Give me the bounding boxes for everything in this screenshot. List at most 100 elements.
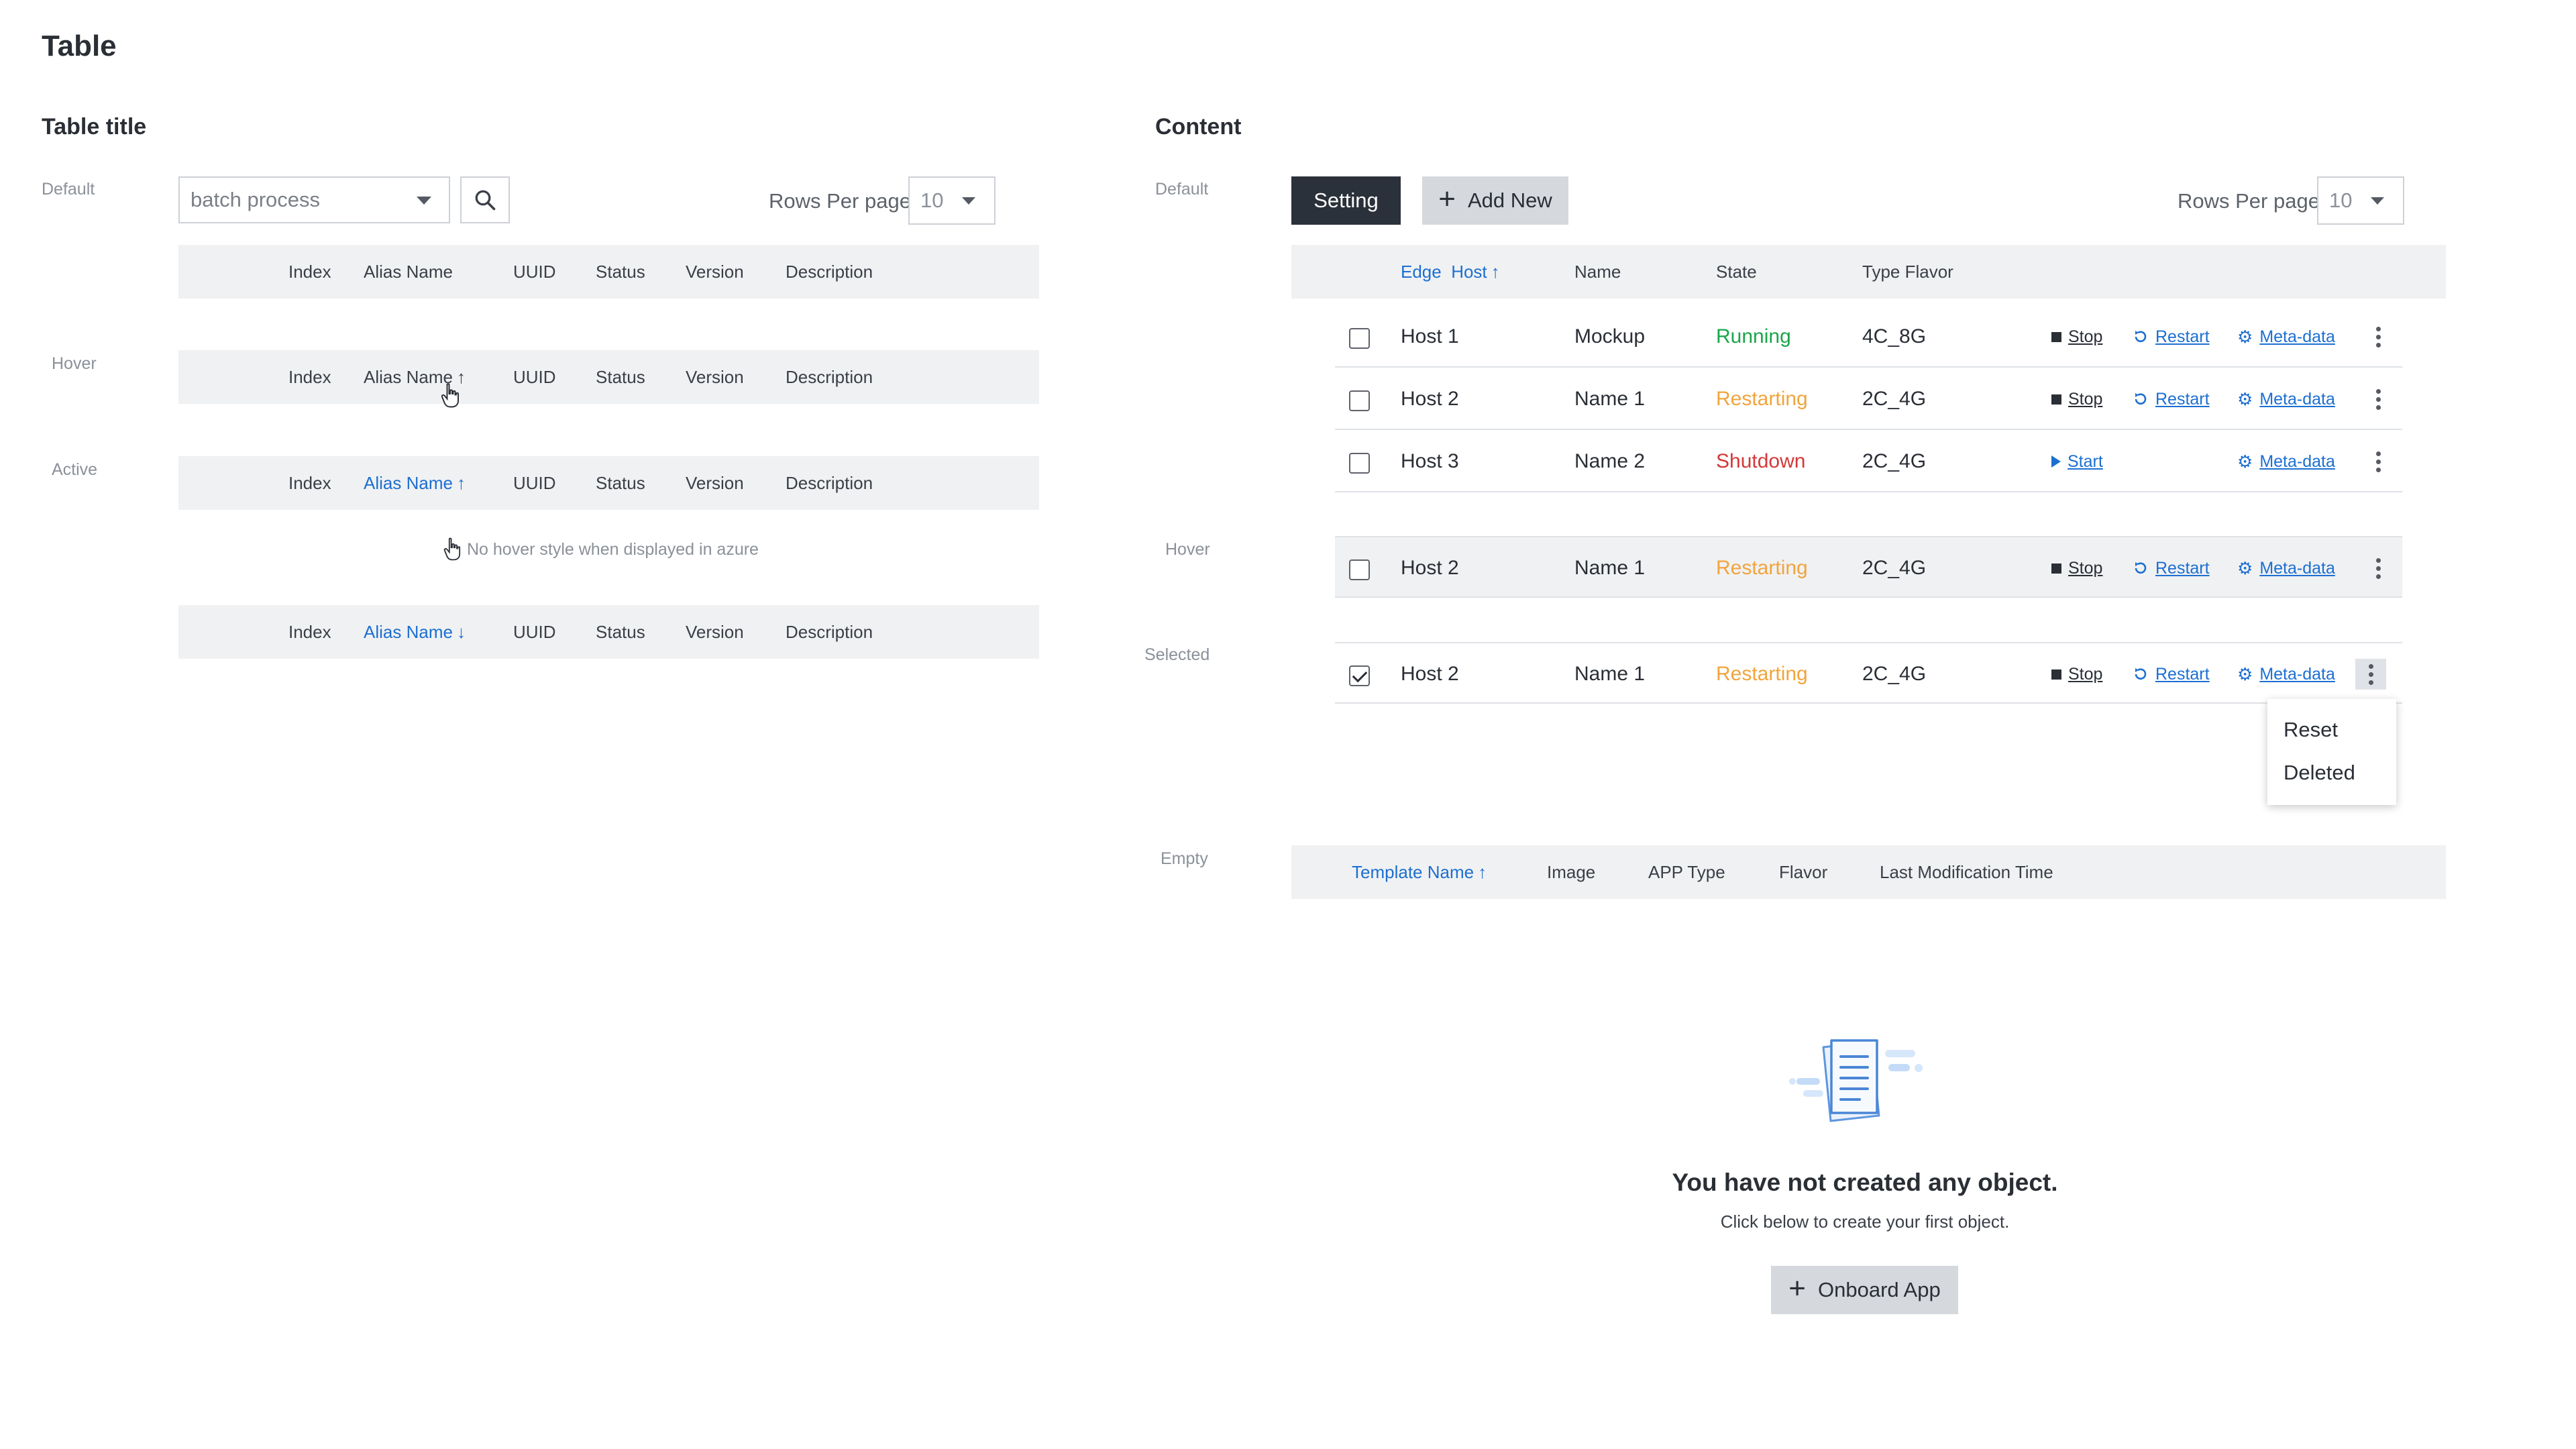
state-label-default: Default (1155, 180, 1209, 199)
column-header-last-modification-time[interactable]: Last Modification Time (1880, 845, 2053, 899)
restart-link[interactable]: Restart (2155, 390, 2210, 409)
column-header-description[interactable]: Description (786, 350, 873, 404)
stop-action[interactable]: Stop (2051, 537, 2102, 599)
column-header-image[interactable]: Image (1547, 845, 1595, 899)
restart-link[interactable]: Restart (2155, 559, 2210, 578)
column-header-alias-name[interactable]: Alias Name ↓ (364, 605, 466, 659)
meta-data-action[interactable]: ⚙ Meta-data (2237, 537, 2335, 599)
row-checkbox[interactable] (1349, 390, 1370, 411)
table-row[interactable]: Host 3 Name 2 Shutdown 2C_4G Start ⚙ Meta… (1335, 431, 2402, 492)
search-input-value: batch process (191, 188, 320, 211)
restart-link[interactable]: Restart (2155, 327, 2210, 347)
stop-action[interactable]: Stop (2051, 643, 2102, 705)
column-header-uuid[interactable]: UUID (513, 456, 556, 510)
menu-item-deleted[interactable]: Deleted (2267, 751, 2396, 794)
cell-name: Name 2 (1574, 450, 1646, 472)
meta-data-action[interactable]: ⚙ Meta-data (2237, 431, 2335, 492)
stop-link[interactable]: Stop (2068, 665, 2102, 684)
column-header-index[interactable]: Index (288, 350, 331, 404)
restart-link[interactable]: Restart (2155, 665, 2210, 684)
more-options-icon[interactable] (2363, 446, 2394, 477)
start-action[interactable]: Start (2051, 431, 2103, 492)
plus-icon: + (1788, 1272, 1806, 1305)
onboard-app-button[interactable]: + Onboard App (1771, 1266, 1958, 1314)
more-options-icon[interactable] (2363, 321, 2394, 352)
stop-action[interactable]: Stop (2051, 368, 2102, 430)
meta-data-action[interactable]: ⚙ Meta-data (2237, 643, 2335, 705)
search-button[interactable] (460, 176, 510, 223)
more-options-icon[interactable] (2363, 553, 2394, 584)
column-header-template-name[interactable]: Template Name ↑ (1352, 845, 1487, 899)
meta-data-link[interactable]: Meta-data (2259, 390, 2335, 409)
cell-name: Name 1 (1574, 663, 1646, 685)
column-header-edge-host[interactable]: Edge Host ↑ (1401, 245, 1500, 299)
play-icon (2051, 455, 2061, 468)
column-header-index[interactable]: Index (288, 605, 331, 659)
search-input[interactable]: batch process (178, 176, 450, 223)
column-header-index[interactable]: Index (288, 456, 331, 510)
azure-note-text: No hover style when displayed in azure (467, 539, 759, 559)
meta-data-action[interactable]: ⚙ Meta-data (2237, 368, 2335, 430)
stop-action[interactable]: Stop (2051, 306, 2102, 368)
column-header-state[interactable]: State (1716, 245, 1757, 299)
column-header-status[interactable]: Status (596, 245, 645, 299)
meta-data-action[interactable]: ⚙ Meta-data (2237, 306, 2335, 368)
column-header-alias-name[interactable]: Alias Name (364, 245, 453, 299)
empty-state-title: You have not created any object. (1672, 1169, 2058, 1196)
setting-button[interactable]: Setting (1291, 176, 1401, 225)
row-checkbox-checked[interactable] (1349, 665, 1370, 686)
cell-type-flavor: 4C_8G (1862, 325, 1927, 347)
more-options-icon[interactable] (2363, 384, 2394, 415)
column-header-version[interactable]: Version (686, 605, 744, 659)
table-row[interactable]: Host 2 Name 1 Restarting 2C_4G Stop Rest… (1335, 368, 2402, 430)
stop-link[interactable]: Stop (2068, 390, 2102, 409)
column-header-name[interactable]: Name (1574, 245, 1621, 299)
column-header-index[interactable]: Index (288, 245, 331, 299)
add-new-button[interactable]: + Add New (1422, 176, 1568, 225)
restart-action[interactable]: Restart (2133, 368, 2210, 430)
column-header-version[interactable]: Version (686, 350, 744, 404)
table-row-selected[interactable]: Host 2 Name 1 Restarting 2C_4G Stop Rest… (1335, 642, 2402, 704)
table-row[interactable]: Host 1 Mockup Running 4C_8G Stop Restart… (1335, 306, 2402, 368)
start-link[interactable]: Start (2068, 452, 2103, 472)
restart-action[interactable]: Restart (2133, 537, 2210, 599)
meta-data-link[interactable]: Meta-data (2259, 452, 2335, 472)
cell-name: Name 1 (1574, 557, 1646, 579)
column-header-status[interactable]: Status (596, 605, 645, 659)
column-header-description[interactable]: Description (786, 245, 873, 299)
row-checkbox[interactable] (1349, 559, 1370, 580)
column-header-description[interactable]: Description (786, 456, 873, 510)
column-header-status[interactable]: Status (596, 456, 645, 510)
stop-link[interactable]: Stop (2068, 559, 2102, 578)
column-header-flavor[interactable]: Flavor (1779, 845, 1827, 899)
meta-data-link[interactable]: Meta-data (2259, 665, 2335, 684)
column-header-app-type[interactable]: APP Type (1648, 845, 1725, 899)
column-header-alias-name[interactable]: Alias Name ↑ (364, 456, 466, 510)
column-header-uuid[interactable]: UUID (513, 350, 556, 404)
rows-per-page-select[interactable]: 10 (908, 176, 996, 225)
stop-icon (2051, 331, 2061, 342)
column-header-label: Alias Name (364, 473, 453, 493)
column-header-version[interactable]: Version (686, 245, 744, 299)
table-row-hover[interactable]: Host 2 Name 1 Restarting 2C_4G Stop Rest… (1335, 536, 2402, 598)
column-header-uuid[interactable]: UUID (513, 605, 556, 659)
more-options-icon[interactable] (2355, 659, 2386, 690)
column-header-version[interactable]: Version (686, 456, 744, 510)
rows-per-page-select[interactable]: 10 (2317, 176, 2404, 225)
meta-data-link[interactable]: Meta-data (2259, 327, 2335, 347)
restart-action[interactable]: Restart (2133, 306, 2210, 368)
cell-host: Host 3 (1401, 450, 1459, 472)
menu-item-reset[interactable]: Reset (2267, 708, 2396, 751)
column-header-type-flavor[interactable]: Type Flavor (1862, 245, 1953, 299)
column-header-uuid[interactable]: UUID (513, 245, 556, 299)
row-checkbox[interactable] (1349, 328, 1370, 349)
column-header-description[interactable]: Description (786, 605, 873, 659)
column-header-status[interactable]: Status (596, 350, 645, 404)
stop-link[interactable]: Stop (2068, 327, 2102, 347)
cell-name: Name 1 (1574, 388, 1646, 410)
restart-action[interactable]: Restart (2133, 643, 2210, 705)
cell-name: Mockup (1574, 325, 1646, 347)
row-checkbox[interactable] (1349, 453, 1370, 474)
meta-data-link[interactable]: Meta-data (2259, 559, 2335, 578)
add-new-label: Add New (1467, 189, 1552, 212)
